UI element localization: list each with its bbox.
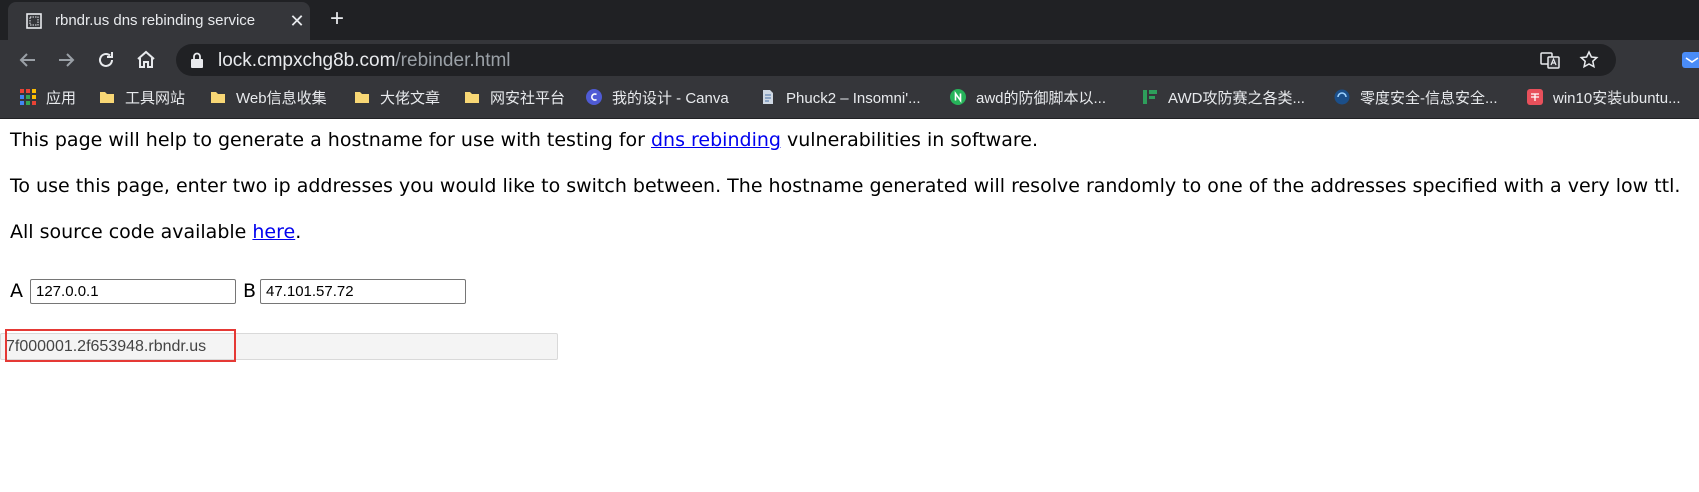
source-text-after: .: [295, 221, 302, 243]
bookmark-canva[interactable]: 我的设计 - Canva: [586, 89, 729, 109]
folder-icon: [100, 92, 114, 104]
translate-icon[interactable]: [1540, 50, 1560, 70]
apps-grid-icon: [20, 89, 36, 106]
bookmark-folder-netsec[interactable]: 网安社平台: [464, 89, 565, 109]
shield-logo-icon: [1334, 89, 1350, 105]
browser-toolbar: lock.cmpxchg8b.com/rebinder.html: [0, 40, 1699, 80]
page-icon: [763, 90, 773, 105]
forward-icon[interactable]: [54, 48, 78, 72]
canva-icon: [586, 89, 602, 106]
bookmark-label: 大佬文章: [380, 90, 441, 108]
folder-icon: [355, 92, 369, 104]
tab-close-icon[interactable]: ✕: [286, 10, 308, 32]
bookmark-folder-tools[interactable]: 工具网站: [99, 89, 185, 109]
intro-text-before: This page will help to generate a hostna…: [10, 129, 651, 151]
bookmark-label: win10安装ubuntu...: [1553, 90, 1681, 108]
bookmark-label: Web信息收集: [236, 90, 327, 108]
bookmark-zero-security[interactable]: 零度安全-信息安全...: [1334, 89, 1498, 109]
page-favicon-icon: [26, 13, 42, 29]
bookmark-label: 工具网站: [125, 90, 186, 108]
bookmark-folder-articles[interactable]: 大佬文章: [354, 89, 440, 109]
ip-b-input[interactable]: [260, 279, 466, 304]
source-text-before: All source code available: [10, 221, 253, 243]
bookmark-star-icon[interactable]: [1579, 50, 1599, 70]
bookmark-win10-ubuntu[interactable]: win10安装ubuntu...: [1527, 89, 1681, 109]
jian-icon: [1527, 89, 1543, 106]
label-b: B: [243, 280, 257, 302]
tab-strip: rbndr.us dns rebinding service ✕ +: [0, 0, 1699, 40]
extension-icon[interactable]: [1680, 48, 1699, 72]
lock-icon[interactable]: [190, 52, 204, 68]
bookmark-awd-defense[interactable]: awd的防御脚本以...: [950, 89, 1106, 109]
url-path: /rebinder.html: [395, 50, 511, 71]
source-paragraph: All source code available here.: [10, 221, 301, 243]
url-host: lock.cmpxchg8b.com: [218, 50, 396, 71]
dns-rebinding-link[interactable]: dns rebinding: [651, 129, 781, 151]
ip-a-input[interactable]: [30, 279, 236, 304]
bookmark-label: 我的设计 - Canva: [612, 90, 729, 108]
bookmark-label: awd的防御脚本以...: [976, 90, 1107, 108]
n-circle-icon: [950, 89, 966, 106]
usage-paragraph: To use this page, enter two ip addresses…: [10, 175, 1681, 197]
bookmark-apps[interactable]: 应用: [20, 89, 76, 109]
new-tab-button[interactable]: +: [325, 7, 349, 32]
bookmark-label: 应用: [46, 90, 77, 108]
folder-icon: [465, 92, 479, 104]
tab-title: rbndr.us dns rebinding service: [55, 12, 256, 29]
bookmark-awd-attack[interactable]: AWD攻防赛之各类...: [1142, 89, 1305, 109]
bookmark-label: 网安社平台: [490, 90, 566, 108]
folder-icon: [211, 92, 225, 104]
green-bars-icon: [1143, 90, 1157, 105]
bookmark-label: 零度安全-信息安全...: [1360, 90, 1498, 108]
reload-icon[interactable]: [94, 48, 118, 72]
source-code-link[interactable]: here: [252, 221, 295, 243]
bookmark-label: AWD攻防赛之各类...: [1168, 90, 1305, 108]
intro-text-after: vulnerabilities in software.: [780, 129, 1038, 151]
address-bar[interactable]: lock.cmpxchg8b.com/rebinder.html: [176, 44, 1616, 76]
highlight-annotation-box: [5, 329, 236, 362]
label-a: A: [10, 280, 23, 302]
bookmarks-bar: 应用 工具网站 Web信息收集 大佬文章 网安社平台 我的设计 - Canva …: [0, 80, 1699, 119]
back-icon[interactable]: [16, 48, 40, 72]
bookmark-label: Phuck2 – Insomni'...: [786, 90, 921, 108]
browser-tab[interactable]: rbndr.us dns rebinding service ✕: [8, 2, 310, 40]
bookmark-folder-web-info[interactable]: Web信息收集: [210, 89, 327, 109]
intro-paragraph: This page will help to generate a hostna…: [10, 129, 1038, 151]
home-icon[interactable]: [134, 48, 158, 72]
url-text[interactable]: lock.cmpxchg8b.com/rebinder.html: [218, 50, 511, 72]
bookmark-phuck2[interactable]: Phuck2 – Insomni'...: [760, 89, 921, 109]
